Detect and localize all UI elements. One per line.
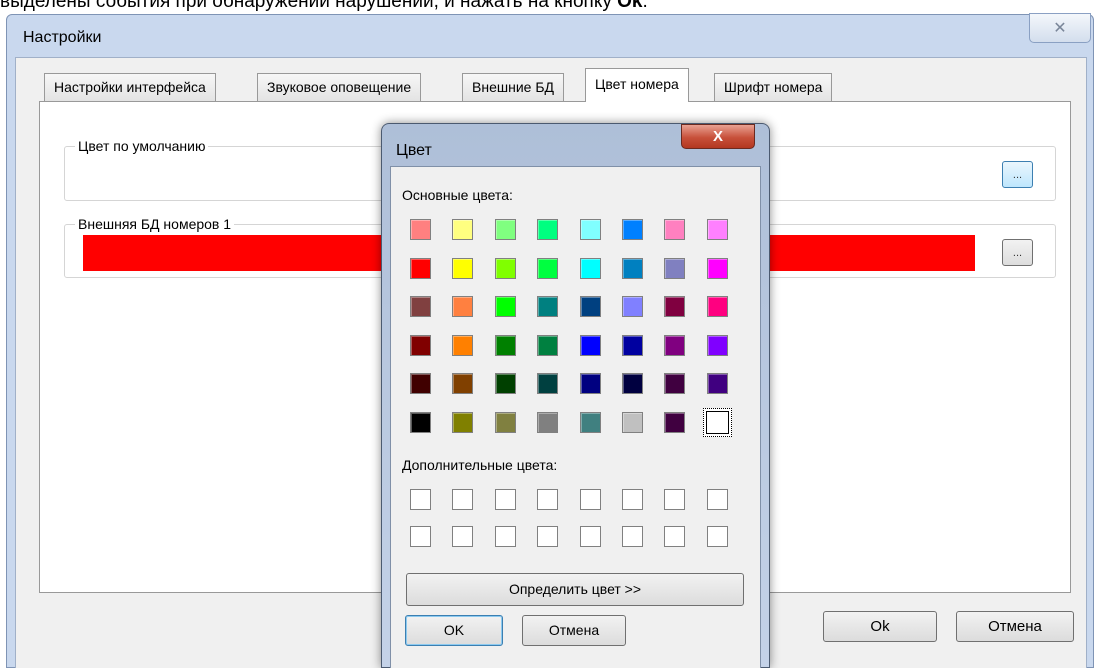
custom-color-swatch[interactable] bbox=[579, 526, 601, 547]
basic-color-swatch[interactable] bbox=[622, 219, 643, 240]
basic-color-swatch[interactable] bbox=[537, 412, 559, 433]
basic-color-swatch[interactable] bbox=[452, 373, 474, 395]
basic-color-swatch-selected[interactable] bbox=[702, 408, 732, 437]
custom-color-swatch[interactable] bbox=[622, 489, 643, 510]
basic-color-swatch[interactable] bbox=[494, 334, 516, 356]
custom-color-swatch[interactable] bbox=[410, 489, 431, 510]
basic-color-swatch[interactable] bbox=[452, 257, 474, 279]
tab-interface-settings[interactable]: Настройки интерфейса bbox=[44, 73, 216, 101]
basic-color-swatch[interactable] bbox=[494, 296, 516, 318]
basic-color-swatch[interactable] bbox=[537, 334, 559, 356]
close-icon[interactable]: ✕ bbox=[1029, 13, 1091, 43]
basic-color-swatch[interactable] bbox=[410, 257, 431, 279]
doc-text-b: Ok bbox=[617, 0, 643, 12]
settings-window-title: Настройки bbox=[23, 29, 102, 46]
basic-color-swatch[interactable] bbox=[537, 296, 559, 318]
basic-color-swatch[interactable] bbox=[494, 219, 516, 240]
basic-color-swatch[interactable] bbox=[664, 412, 686, 433]
basic-color-swatch[interactable] bbox=[579, 219, 601, 240]
basic-color-swatch[interactable] bbox=[706, 373, 728, 395]
custom-color-swatch[interactable] bbox=[452, 489, 474, 510]
tab-external-db[interactable]: Внешние БД bbox=[462, 73, 564, 101]
tab-number-color[interactable]: Цвет номера bbox=[585, 68, 689, 102]
basic-color-swatch[interactable] bbox=[410, 373, 431, 395]
basic-color-swatch[interactable] bbox=[410, 219, 431, 240]
basic-color-swatch[interactable] bbox=[410, 334, 431, 356]
basic-color-swatch[interactable] bbox=[664, 373, 686, 395]
basic-color-swatch[interactable] bbox=[622, 373, 643, 395]
custom-color-swatch[interactable] bbox=[410, 526, 431, 547]
document-text: выделены события при обнаружении нарушен… bbox=[0, 0, 1094, 13]
basic-color-swatch[interactable] bbox=[537, 257, 559, 279]
color-cancel-button[interactable]: Отмена bbox=[522, 615, 626, 646]
custom-color-swatch[interactable] bbox=[664, 489, 686, 510]
custom-color-swatch[interactable] bbox=[579, 489, 601, 510]
custom-color-swatch[interactable] bbox=[494, 526, 516, 547]
basic-color-swatch[interactable] bbox=[537, 373, 559, 395]
basic-color-swatch[interactable] bbox=[494, 257, 516, 279]
basic-color-swatch[interactable] bbox=[494, 373, 516, 395]
default-color-label: Цвет по умолчанию bbox=[75, 138, 209, 154]
basic-color-swatch[interactable] bbox=[706, 334, 728, 356]
custom-color-swatch[interactable] bbox=[706, 526, 728, 547]
tab-sound-alerts[interactable]: Звуковое оповещение bbox=[257, 73, 422, 101]
basic-color-swatch[interactable] bbox=[537, 219, 559, 240]
default-color-pick-button[interactable]: ... bbox=[1002, 161, 1033, 188]
external-db-color-label: Внешняя БД номеров 1 bbox=[75, 216, 235, 232]
basic-color-swatch[interactable] bbox=[622, 334, 643, 356]
color-dialog-title: Цвет bbox=[396, 142, 432, 159]
custom-color-swatch[interactable] bbox=[664, 526, 686, 547]
basic-color-swatch[interactable] bbox=[622, 257, 643, 279]
basic-color-swatch[interactable] bbox=[452, 296, 474, 318]
settings-ok-button[interactable]: Ok bbox=[823, 611, 937, 642]
doc-text-a: выделены события при обнаружении нарушен… bbox=[0, 0, 618, 12]
custom-color-swatch[interactable] bbox=[706, 489, 728, 510]
basic-color-swatch[interactable] bbox=[664, 296, 686, 318]
custom-color-swatch[interactable] bbox=[494, 489, 516, 510]
basic-color-swatch[interactable] bbox=[452, 412, 474, 433]
basic-color-swatch[interactable] bbox=[452, 219, 474, 240]
basic-color-swatch[interactable] bbox=[622, 296, 643, 318]
custom-color-swatch[interactable] bbox=[537, 489, 559, 510]
basic-color-swatch[interactable] bbox=[410, 296, 431, 318]
basic-color-swatch[interactable] bbox=[579, 373, 601, 395]
settings-cancel-button[interactable]: Отмена bbox=[956, 611, 1074, 642]
tab-number-font[interactable]: Шрифт номера bbox=[714, 73, 833, 101]
define-custom-color-button[interactable]: Определить цвет >> bbox=[406, 573, 744, 606]
basic-color-swatch[interactable] bbox=[622, 412, 643, 433]
custom-color-swatch[interactable] bbox=[452, 526, 474, 547]
custom-color-swatch[interactable] bbox=[622, 526, 643, 547]
basic-color-swatch[interactable] bbox=[579, 412, 601, 433]
color-ok-button[interactable]: OK bbox=[405, 615, 503, 646]
doc-text-c: . bbox=[642, 0, 648, 12]
basic-color-swatch[interactable] bbox=[664, 257, 686, 279]
custom-colors-label: Дополнительные цвета: bbox=[402, 457, 558, 473]
basic-color-swatch[interactable] bbox=[579, 296, 601, 318]
basic-color-swatch[interactable] bbox=[494, 412, 516, 433]
basic-color-swatch[interactable] bbox=[452, 334, 474, 356]
custom-color-swatch[interactable] bbox=[537, 526, 559, 547]
external-db-color-pick-button[interactable]: ... bbox=[1002, 239, 1033, 266]
basic-color-swatch[interactable] bbox=[579, 334, 601, 356]
basic-color-swatch[interactable] bbox=[706, 257, 728, 279]
basic-colors-label: Основные цвета: bbox=[402, 187, 513, 203]
basic-color-swatch[interactable] bbox=[706, 219, 728, 240]
basic-color-swatch[interactable] bbox=[706, 296, 728, 318]
basic-color-swatch[interactable] bbox=[410, 412, 431, 433]
basic-color-swatch[interactable] bbox=[579, 257, 601, 279]
basic-color-swatch[interactable] bbox=[664, 334, 686, 356]
close-icon[interactable]: X bbox=[681, 124, 755, 149]
basic-color-swatch[interactable] bbox=[664, 219, 686, 240]
